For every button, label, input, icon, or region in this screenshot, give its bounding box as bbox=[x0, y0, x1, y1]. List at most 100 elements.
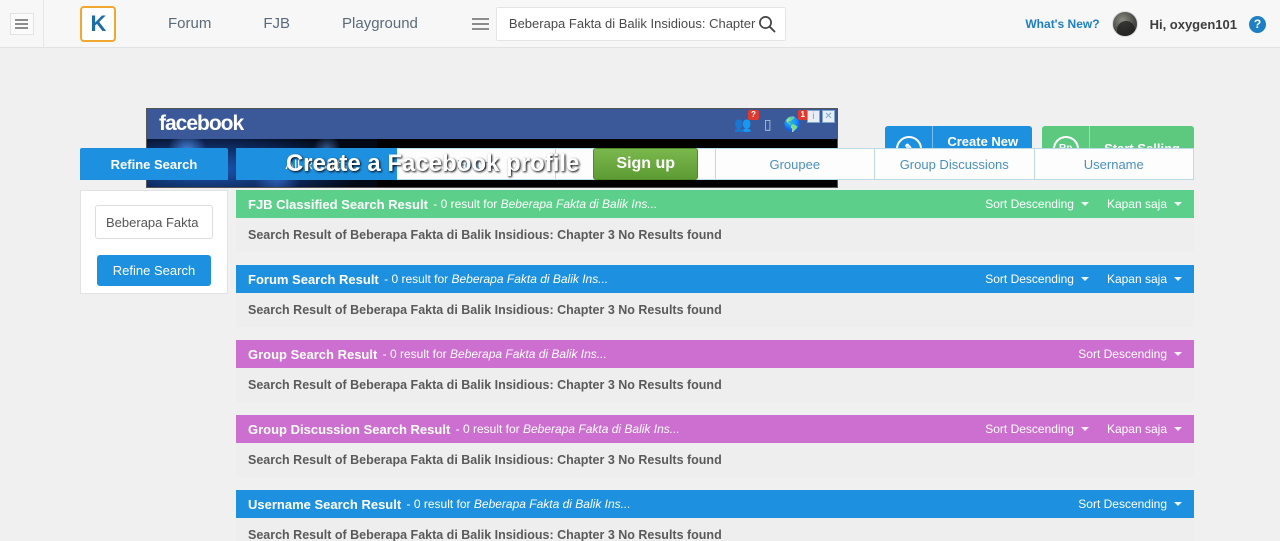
tab-group-discussions[interactable]: Group Discussions bbox=[875, 148, 1035, 180]
search-query-echo: Beberapa Fakta di Balik Ins... bbox=[451, 272, 609, 286]
ad-controls: i ✕ bbox=[807, 110, 835, 123]
nav-link-fjb[interactable]: FJB bbox=[237, 0, 316, 48]
sort-order-dropdown[interactable]: Sort Descending bbox=[1078, 347, 1182, 361]
search-result-body: Search Result of Beberapa Fakta di Balik… bbox=[236, 518, 1194, 541]
ad-header-bar: facebook 👥 ? ▯ 🌎 1 i ✕ bbox=[147, 109, 837, 139]
banner-row: facebook 👥 ? ▯ 🌎 1 i ✕ Create a Facebook… bbox=[0, 48, 1280, 188]
search-result-count: - 0 result for Beberapa Fakta di Balik I… bbox=[403, 497, 631, 511]
search-result-title: Group Discussion Search Result bbox=[248, 421, 451, 437]
time-filter-dropdown[interactable]: Kapan saja bbox=[1107, 272, 1182, 286]
avatar[interactable] bbox=[1111, 11, 1138, 37]
search-result-block: Forum Search Result - 0 result for Beber… bbox=[236, 265, 1194, 327]
chevron-down-icon bbox=[1174, 427, 1182, 431]
global-menu-button[interactable] bbox=[0, 0, 44, 48]
create-thread-line1: Create New bbox=[947, 133, 1019, 149]
chevron-down-icon bbox=[1080, 202, 1089, 206]
time-filter-label: Kapan saja bbox=[1106, 422, 1167, 436]
search-result-body: Search Result of Beberapa Fakta di Balik… bbox=[236, 293, 1194, 327]
user-greeting[interactable]: Hi, oxygen101 bbox=[1150, 17, 1237, 32]
chevron-down-icon bbox=[1080, 427, 1089, 431]
search-result-count: - 0 result for Beberapa Fakta di Balik I… bbox=[430, 197, 657, 211]
user-nav-area: What's New? Hi, oxygen101 ? bbox=[1025, 0, 1266, 48]
result-count-text: - 0 result for bbox=[382, 347, 447, 361]
primary-nav: Forum FJB Playground bbox=[142, 0, 444, 48]
whats-new-link[interactable]: What's New? bbox=[1025, 17, 1099, 31]
content-area: Refine Search FJB Classified Search Resu… bbox=[80, 190, 1194, 541]
time-filter-label: Kapan saja bbox=[1106, 197, 1167, 211]
sort-order-dropdown[interactable]: Sort Descending bbox=[985, 197, 1089, 211]
search-result-body: Search Result of Beberapa Fakta di Balik… bbox=[236, 218, 1194, 252]
result-count-text: - 0 result for bbox=[455, 422, 520, 436]
refine-search-tab[interactable]: Refine Search bbox=[80, 148, 228, 180]
chevron-down-icon bbox=[1174, 277, 1182, 281]
search-result-actions: Sort Descending Kapan saja bbox=[985, 422, 1182, 436]
hamburger-icon bbox=[9, 12, 34, 35]
search-result-count: - 0 result for Beberapa Fakta di Balik I… bbox=[452, 422, 680, 436]
search-result-body: Search Result of Beberapa Fakta di Balik… bbox=[236, 368, 1194, 402]
search-results-list: FJB Classified Search Result - 0 result … bbox=[236, 190, 1194, 541]
search-box[interactable] bbox=[495, 6, 786, 41]
refine-search-panel: Refine Search bbox=[80, 190, 228, 294]
sort-order-dropdown[interactable]: Sort Descending bbox=[1078, 497, 1182, 511]
search-area bbox=[466, 6, 786, 41]
facebook-wordmark: facebook bbox=[159, 112, 244, 135]
chevron-down-icon bbox=[1080, 277, 1089, 281]
search-query-echo: Beberapa Fakta di Balik Ins... bbox=[473, 497, 631, 511]
nav-link-forum[interactable]: Forum bbox=[142, 0, 237, 48]
search-icon[interactable] bbox=[757, 14, 777, 34]
ad-headline: Create a Facebook profile bbox=[285, 149, 580, 177]
search-result-title: Forum Search Result bbox=[248, 271, 379, 287]
logo-text: K bbox=[90, 10, 107, 36]
nav-link-playground[interactable]: Playground bbox=[316, 0, 444, 48]
sort-order-label: Sort Descending bbox=[985, 197, 1074, 211]
search-result-body: Search Result of Beberapa Fakta di Balik… bbox=[236, 443, 1194, 477]
search-result-count: - 0 result for Beberapa Fakta di Balik I… bbox=[379, 347, 607, 361]
top-navigation-bar: K Forum FJB Playground What's New? Hi, o… bbox=[0, 0, 1280, 48]
search-category-menu-icon[interactable] bbox=[466, 7, 496, 41]
sort-order-dropdown[interactable]: Sort Descending bbox=[985, 272, 1089, 286]
result-count-text: - 0 result for bbox=[406, 497, 471, 511]
time-filter-dropdown[interactable]: Kapan saja bbox=[1107, 422, 1182, 436]
time-filter-dropdown[interactable]: Kapan saja bbox=[1107, 197, 1182, 211]
search-result-title: Username Search Result bbox=[248, 496, 402, 512]
search-result-block: Group Discussion Search Result - 0 resul… bbox=[236, 415, 1194, 477]
notifications-globe-icon: 🌎 1 bbox=[784, 109, 808, 133]
result-count-text: - 0 result for bbox=[433, 197, 498, 211]
result-count-text: - 0 result for bbox=[384, 272, 449, 286]
search-result-header: FJB Classified Search Result - 0 result … bbox=[236, 190, 1194, 218]
search-result-title: Group Search Result bbox=[248, 346, 378, 362]
tab-username[interactable]: Username bbox=[1034, 148, 1194, 180]
ad-info-icon[interactable]: i bbox=[807, 110, 820, 123]
site-logo[interactable]: K bbox=[80, 5, 116, 42]
search-result-header: Username Search Result - 0 result for Be… bbox=[236, 490, 1194, 518]
refine-search-submit-button[interactable]: Refine Search bbox=[96, 255, 212, 286]
sort-order-label: Sort Descending bbox=[1078, 347, 1167, 361]
chevron-down-icon bbox=[1174, 352, 1182, 356]
friends-icon: 👥 ? bbox=[734, 109, 759, 133]
friends-badge: ? bbox=[747, 109, 759, 120]
search-query-echo: Beberapa Fakta di Balik Ins... bbox=[523, 422, 680, 436]
sort-order-label: Sort Descending bbox=[1078, 497, 1167, 511]
search-query-echo: Beberapa Fakta di Balik Ins... bbox=[500, 197, 658, 211]
ad-header-icons: 👥 ? ▯ 🌎 1 bbox=[734, 109, 808, 133]
refine-search-input[interactable] bbox=[95, 205, 213, 239]
search-result-block: FJB Classified Search Result - 0 result … bbox=[236, 190, 1194, 252]
search-result-actions: Sort Descending bbox=[1078, 497, 1182, 511]
tab-groupee[interactable]: Groupee bbox=[715, 148, 875, 180]
search-result-block: Group Search Result - 0 result for Beber… bbox=[236, 340, 1194, 402]
search-result-count: - 0 result for Beberapa Fakta di Balik I… bbox=[381, 272, 608, 286]
help-icon[interactable]: ? bbox=[1249, 15, 1266, 33]
search-result-actions: Sort Descending Kapan saja bbox=[985, 197, 1182, 211]
search-input[interactable] bbox=[508, 16, 757, 31]
chevron-down-icon bbox=[1174, 202, 1182, 206]
time-filter-label: Kapan saja bbox=[1106, 272, 1167, 286]
messages-icon: ▯ bbox=[763, 115, 772, 132]
search-result-title: FJB Classified Search Result bbox=[248, 196, 428, 212]
search-query-echo: Beberapa Fakta di Balik Ins... bbox=[450, 347, 607, 361]
search-result-header: Forum Search Result - 0 result for Beber… bbox=[236, 265, 1194, 293]
chevron-down-icon bbox=[1174, 502, 1182, 506]
ad-close-icon[interactable]: ✕ bbox=[822, 110, 835, 123]
sort-order-dropdown[interactable]: Sort Descending bbox=[985, 422, 1089, 436]
ad-signup-button[interactable]: Sign up bbox=[593, 147, 699, 180]
search-result-actions: Sort Descending Kapan saja bbox=[985, 272, 1182, 286]
